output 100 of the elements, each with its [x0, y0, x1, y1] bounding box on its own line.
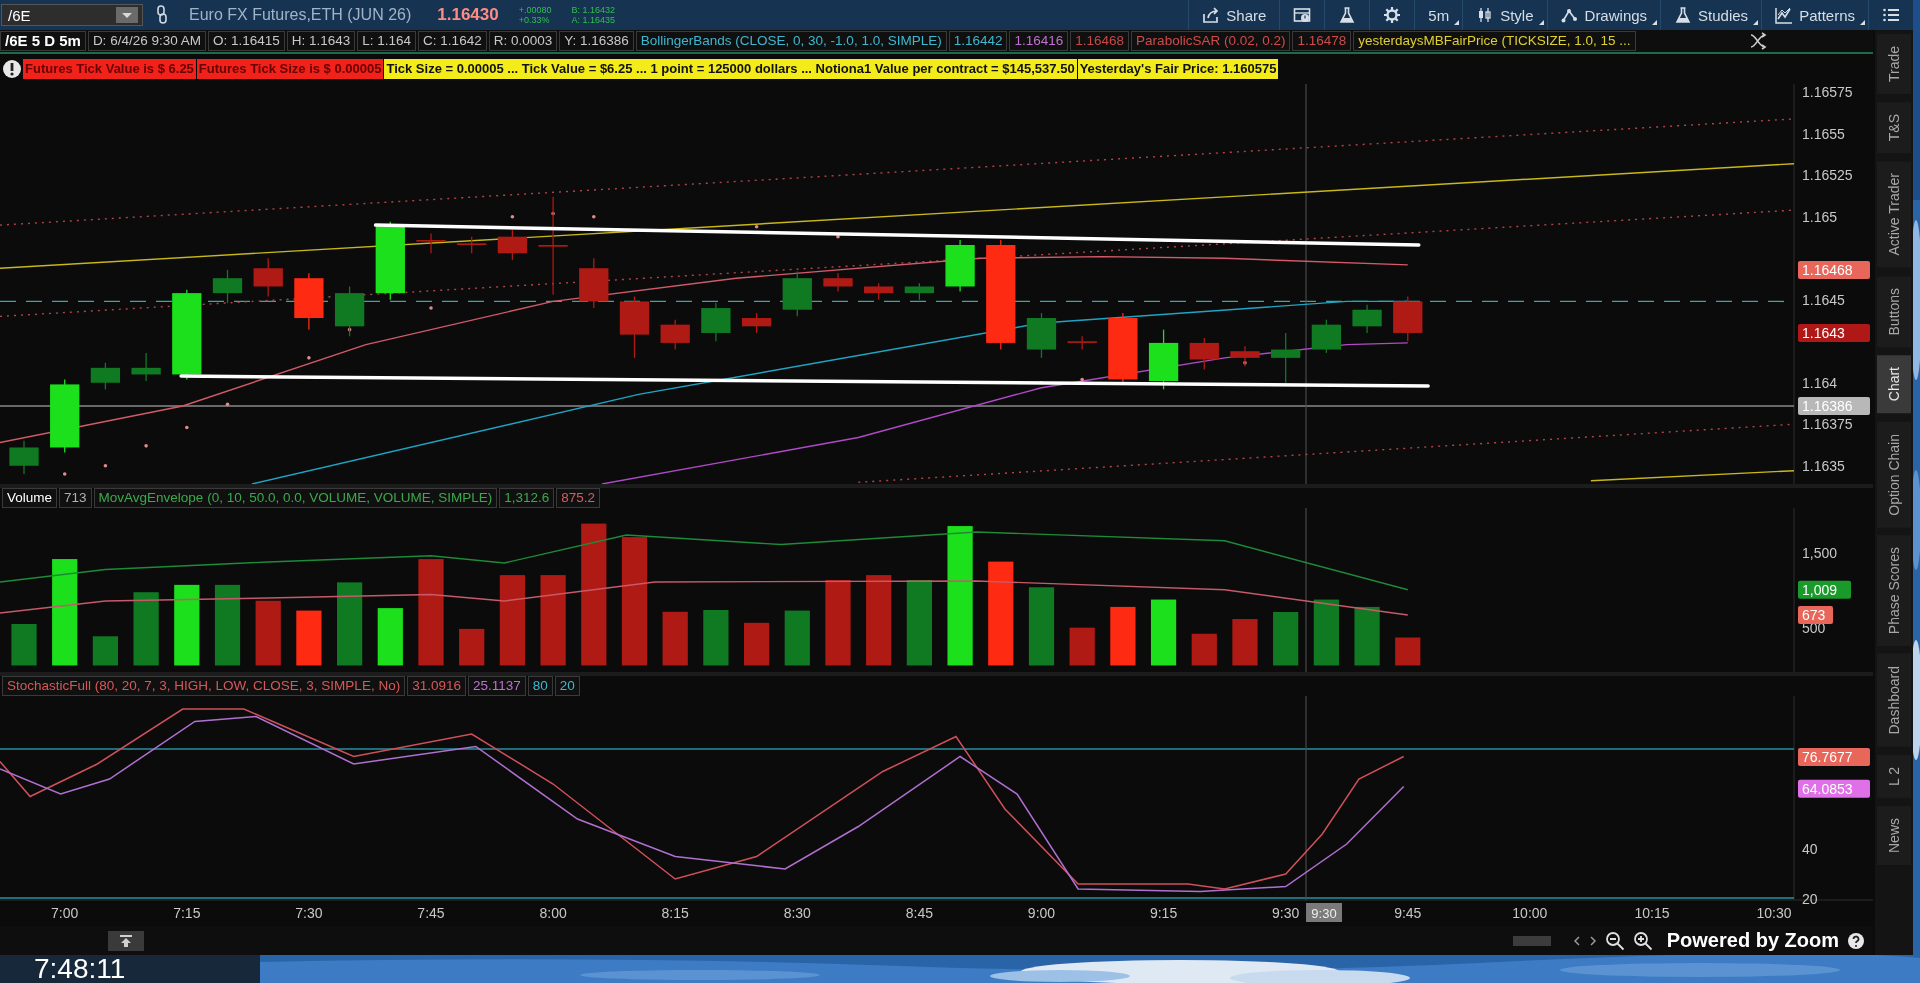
axis-label: 40 — [1802, 841, 1818, 857]
sar-dot — [307, 356, 311, 360]
candlestick — [579, 257, 609, 309]
axis-label: 20 — [1802, 891, 1818, 907]
scroll-left-icon[interactable] — [1572, 935, 1581, 946]
study-value: 25.1137 — [472, 677, 521, 695]
study-value: Y: 1.16386 — [564, 32, 629, 50]
candlestick — [823, 272, 853, 293]
volume-bar — [11, 624, 37, 666]
candlestick — [497, 229, 528, 261]
time-label: 10:15 — [1634, 905, 1670, 921]
menu-icon — [1882, 6, 1900, 24]
dropdown-icon — [116, 7, 138, 23]
link-icon[interactable] — [155, 5, 169, 25]
zoom-in-icon[interactable] — [1632, 930, 1653, 951]
trend-line[interactable] — [373, 223, 1421, 247]
candlestick — [660, 319, 690, 351]
alert-label: Futures Tick Size is $ 0.00005 — [196, 59, 384, 79]
candlestick — [904, 282, 935, 301]
axis-label: 1.16525 — [1802, 167, 1853, 184]
flask-icon — [1338, 6, 1357, 24]
sar-dot — [592, 215, 596, 219]
side-tab[interactable]: Active Trader — [1877, 161, 1911, 268]
study-value: H: 1.1643 — [291, 32, 351, 50]
sar-dot — [754, 224, 759, 229]
arrow-up-bar-icon — [118, 933, 134, 948]
candlestick — [1148, 329, 1179, 391]
sar-dot — [103, 463, 108, 468]
candlestick — [1271, 332, 1301, 384]
candlestick — [1189, 337, 1219, 371]
candlestick — [741, 312, 772, 334]
study-value: R: 0.0003 — [493, 32, 553, 50]
axis-label: 1.165 — [1802, 208, 1838, 225]
time-label: 10:30 — [1756, 905, 1792, 921]
percent-change: +0.33% — [518, 15, 551, 25]
time-label: 9:15 — [1149, 905, 1178, 921]
candlestick — [1026, 312, 1057, 359]
study-value: L: 1.164 — [362, 32, 412, 50]
study-value: O: 1.16415 — [212, 32, 280, 50]
candlestick — [416, 232, 446, 254]
time-label: 7:00 — [51, 905, 79, 921]
info-label: Tick Size = 0.00005 ... Tick Value = $6.25 ... 1 point = 125000 dollars ... Notiona1 Value per contract = $145,537.50 — [384, 59, 1077, 79]
side-tab[interactable]: Dashboard — [1877, 654, 1911, 747]
side-tab[interactable]: Option Chain — [1877, 421, 1911, 528]
volume-bar — [1232, 619, 1258, 666]
volume-bar — [296, 610, 322, 666]
line-drawing-icon — [1560, 6, 1579, 24]
study-value: 80 — [532, 677, 548, 695]
study-value: /6E 5 D 5m — [5, 32, 81, 50]
side-tab[interactable]: News — [1877, 805, 1911, 865]
symbol-field[interactable]: /6E — [1, 4, 143, 26]
volume-badge: 1,009 — [1798, 580, 1851, 599]
sar-dot — [429, 306, 433, 310]
scroll-thumb[interactable] — [1512, 935, 1551, 946]
study-value: 1.16468 — [1075, 32, 1125, 50]
sar-dot — [62, 472, 67, 476]
cursor-time-label: 9:30 — [1306, 903, 1342, 922]
study-value: 31.0916 — [412, 677, 461, 695]
study-value: Volume — [7, 489, 53, 507]
time-label: 7:30 — [295, 905, 323, 921]
time-label: 7:45 — [417, 905, 445, 921]
study-value: 1,312.6 — [504, 489, 550, 507]
alert-label: Futures Tick Value is $ 6.25 — [23, 59, 196, 79]
oscillator-badge: 76.7677 — [1798, 748, 1870, 767]
axis-label: 1.1655 — [1802, 125, 1845, 142]
help-icon[interactable] — [1847, 931, 1865, 950]
study-value: 1.16416 — [1014, 32, 1064, 50]
side-tab[interactable]: Chart — [1877, 355, 1911, 414]
panel-toggle-button[interactable] — [108, 930, 144, 951]
study-value: 875.2 — [561, 489, 596, 507]
side-tab[interactable]: Phase Scores — [1877, 535, 1911, 647]
volume-bar — [1395, 637, 1421, 666]
candlestick — [1108, 312, 1138, 384]
study-value: 20 — [559, 677, 575, 695]
price-badge: 1.1643 — [1798, 323, 1870, 342]
candlestick — [945, 239, 975, 293]
arrows-icon[interactable] — [1749, 32, 1769, 50]
side-tab[interactable]: T&S — [1877, 102, 1911, 154]
flask-icon — [1674, 6, 1693, 24]
zigzag-chart-icon — [1775, 6, 1794, 24]
side-tab[interactable]: L 2 — [1877, 754, 1911, 798]
volume-badge: 673 — [1798, 606, 1833, 624]
candlestick — [864, 282, 894, 301]
axis-label: 1.16375 — [1802, 416, 1853, 433]
volume-bar — [377, 608, 403, 666]
side-tab[interactable]: Trade — [1877, 34, 1911, 95]
candlestick — [782, 270, 812, 317]
zoom-out-icon[interactable] — [1604, 930, 1625, 951]
side-tab[interactable]: Buttons — [1877, 275, 1911, 348]
instrument-name: Euro FX Futures,ETH (JUN 26) — [189, 6, 412, 24]
candlestick — [253, 257, 283, 298]
study-value: C: 1.1642 — [423, 32, 482, 50]
candlestick — [90, 362, 121, 391]
candlestick — [619, 295, 650, 359]
trend-line[interactable] — [179, 374, 1430, 388]
volume-bar — [703, 610, 729, 666]
volume-bar — [1273, 612, 1299, 666]
share-icon — [1202, 6, 1221, 24]
scroll-right-icon[interactable] — [1588, 935, 1597, 946]
time-label: 9:45 — [1394, 905, 1422, 921]
